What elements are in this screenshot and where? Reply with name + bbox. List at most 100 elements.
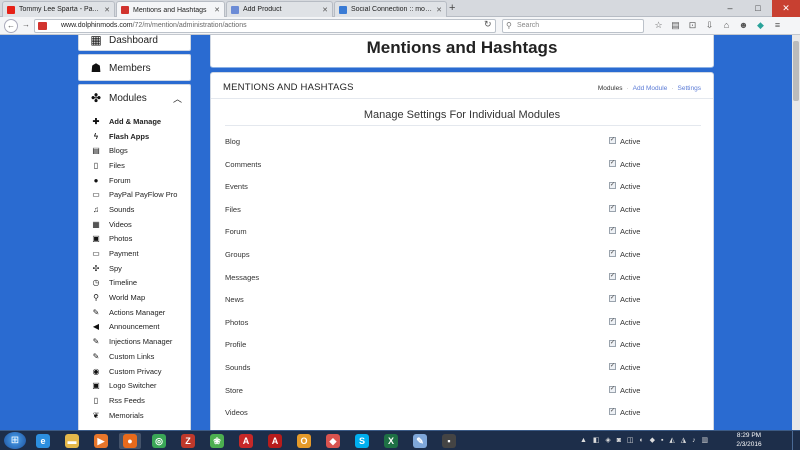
menu-modules-link[interactable]: Modules — [598, 85, 623, 92]
start-button[interactable]: ⊞ — [4, 432, 26, 449]
browser-tab-strip: Tommy Lee Sparta - Pa... ✕ Mentions and Ha… — [0, 0, 800, 18]
active-label: Active — [620, 385, 641, 395]
active-label: Active — [620, 204, 641, 214]
active-checkbox[interactable]: ✓ — [609, 159, 616, 167]
close-tab-icon[interactable]: ✕ — [104, 6, 110, 14]
sidebar-item[interactable]: ◷ Timeline — [79, 276, 192, 291]
active-checkbox[interactable]: ✓ — [609, 362, 616, 370]
filezilla-icon[interactable]: Z — [177, 433, 199, 449]
chrome-icon[interactable]: ◎ — [148, 433, 170, 449]
sidebar-item[interactable]: ▭ PayPal PayFlow Pro — [79, 187, 192, 202]
tools-icon[interactable]: ✎ — [409, 433, 431, 449]
chevron-up-icon[interactable]: ︿ — [173, 92, 182, 105]
forward-button[interactable]: → — [19, 19, 33, 33]
active-checkbox[interactable]: ✓ — [609, 272, 616, 280]
home-icon[interactable]: ⌂ — [720, 19, 733, 32]
menu-settings-link[interactable]: Settings — [678, 85, 702, 92]
sidebar-item[interactable]: ❦ Memorials — [79, 408, 192, 423]
sidebar-item[interactable]: ✚ Add & Manage — [79, 114, 192, 129]
firefox-icon[interactable]: ● — [119, 433, 141, 449]
sidebar-dashboard[interactable]: ▦ Dashboard — [78, 35, 191, 51]
active-checkbox[interactable]: ✓ — [609, 137, 616, 144]
sidebar-item[interactable]: ✣ Spy — [79, 261, 192, 276]
sidebar-item[interactable]: ▯ Rss Feeds — [79, 393, 192, 408]
skype-icon[interactable]: S — [351, 433, 373, 449]
acrobat-pro-icon[interactable]: A — [264, 433, 286, 449]
active-label: Active — [620, 137, 641, 146]
page-scrollbar[interactable] — [792, 35, 800, 430]
terminal-icon[interactable]: ▪ — [438, 433, 460, 449]
menu-separator: · — [626, 85, 629, 92]
maximize-button[interactable]: □ — [744, 0, 772, 17]
sidebar-item[interactable]: ● Forum — [79, 173, 192, 188]
bookmark-star-icon[interactable]: ☆ — [652, 19, 665, 32]
sidebar-item[interactable]: ◉ Custom Privacy — [79, 364, 192, 379]
close-tab-icon[interactable]: ✕ — [322, 6, 328, 14]
browser-tab[interactable]: Social Connection :: modzzz ✕ — [334, 1, 447, 17]
sidebar-item[interactable]: ▦ Videos — [79, 217, 192, 232]
active-checkbox[interactable]: ✓ — [609, 182, 616, 190]
wrench-icon: ✎ — [92, 351, 100, 361]
browser-tab[interactable]: Tommy Lee Sparta - Pa... ✕ — [2, 1, 115, 17]
sidebar-item[interactable]: ◀ Announcement — [79, 320, 192, 335]
sidebar-item[interactable]: ♫ Sounds — [79, 202, 192, 217]
active-checkbox[interactable]: ✓ — [609, 317, 616, 325]
folder-icon[interactable]: ▬ — [61, 433, 83, 449]
sidebar-item[interactable]: ⚲ World Map — [79, 290, 192, 305]
active-checkbox[interactable]: ✓ — [609, 204, 616, 212]
active-checkbox[interactable]: ✓ — [609, 249, 616, 257]
internet-explorer-icon[interactable]: e — [32, 433, 54, 449]
emoji-icon[interactable]: ☻ — [737, 19, 750, 32]
sidebar-item-label: Files — [109, 160, 125, 170]
sidebar-item[interactable]: ▭ Payment — [79, 246, 192, 261]
show-desktop-button[interactable] — [792, 431, 800, 450]
sidebar-members[interactable]: ☗ Members — [78, 54, 191, 81]
active-checkbox[interactable]: ✓ — [609, 408, 616, 416]
excel-icon[interactable]: X — [380, 433, 402, 449]
close-tab-icon[interactable]: ✕ — [214, 6, 220, 14]
back-button[interactable]: ← — [4, 19, 18, 33]
close-window-button[interactable]: ✕ — [772, 0, 800, 17]
lock-icon[interactable]: ⊡ — [686, 19, 699, 32]
active-checkbox[interactable]: ✓ — [609, 340, 616, 348]
sidebar-item[interactable]: ▤ Blogs — [79, 143, 192, 158]
dolphin-icon — [121, 6, 129, 14]
sidebar-item[interactable]: ▯ Files — [79, 158, 192, 173]
chat-icon: ● — [93, 175, 99, 185]
sidebar-item[interactable]: ✎ Actions Manager — [79, 305, 192, 320]
taskbar-clock[interactable]: 8:29 PM 2/3/2016 — [727, 432, 771, 449]
close-tab-icon[interactable]: ✕ — [436, 6, 442, 14]
module-name: Videos — [225, 408, 248, 418]
acrobat-icon[interactable]: A — [235, 433, 257, 449]
module-name: Forum — [225, 227, 247, 237]
browser-tab[interactable]: Mentions and Hashtags ✕ — [116, 1, 225, 18]
sidebar-item[interactable]: ✎ Injections Manager — [79, 334, 192, 349]
active-checkbox[interactable]: ✓ — [609, 227, 616, 235]
sidebar-item[interactable]: ▣ Photos — [79, 232, 192, 247]
active-checkbox[interactable]: ✓ — [609, 295, 616, 303]
frog-icon[interactable]: ❀ — [206, 433, 228, 449]
media-player-icon[interactable]: ▶ — [90, 433, 112, 449]
system-tray[interactable]: ▲ ◧ ◈ ◙ ◫ ◐ ◆ ▪ ◭ ◮ ♪ ▥ — [580, 436, 710, 444]
reading-list-icon[interactable]: ▤ — [669, 19, 682, 32]
download-icon[interactable]: ⇩ — [703, 19, 716, 32]
new-tab-button[interactable]: + — [449, 2, 455, 14]
sidebar-item[interactable]: ϟ Flash Apps — [79, 129, 192, 144]
tab-title: Mentions and Hashtags — [133, 6, 207, 14]
reload-icon[interactable]: ↻ — [484, 19, 492, 30]
site-identity-icon[interactable] — [38, 22, 47, 30]
extension-icon[interactable]: ◆ — [754, 19, 767, 32]
browser-tab[interactable]: Add Product ✕ — [226, 1, 333, 17]
search-input[interactable]: ⚲ Search — [502, 19, 644, 33]
sidebar-item[interactable]: ▣ Logo Switcher — [79, 378, 192, 393]
menu-add-module-link[interactable]: Add Module — [633, 85, 668, 92]
menu-icon[interactable]: ≡ — [771, 19, 784, 32]
sidebar-item[interactable]: ✎ Custom Links — [79, 349, 192, 364]
sidebar-modules-header[interactable]: ✤ Modules ︿ — [79, 85, 190, 111]
url-bar[interactable]: www.dolphinmods.com/72/m/mention/adminis… — [34, 19, 496, 33]
scrollbar-thumb[interactable] — [793, 41, 799, 101]
outlook-icon[interactable]: O — [293, 433, 315, 449]
minimize-button[interactable]: – — [716, 0, 744, 17]
active-checkbox[interactable]: ✓ — [609, 385, 616, 393]
paint-icon[interactable]: ◆ — [322, 433, 344, 449]
